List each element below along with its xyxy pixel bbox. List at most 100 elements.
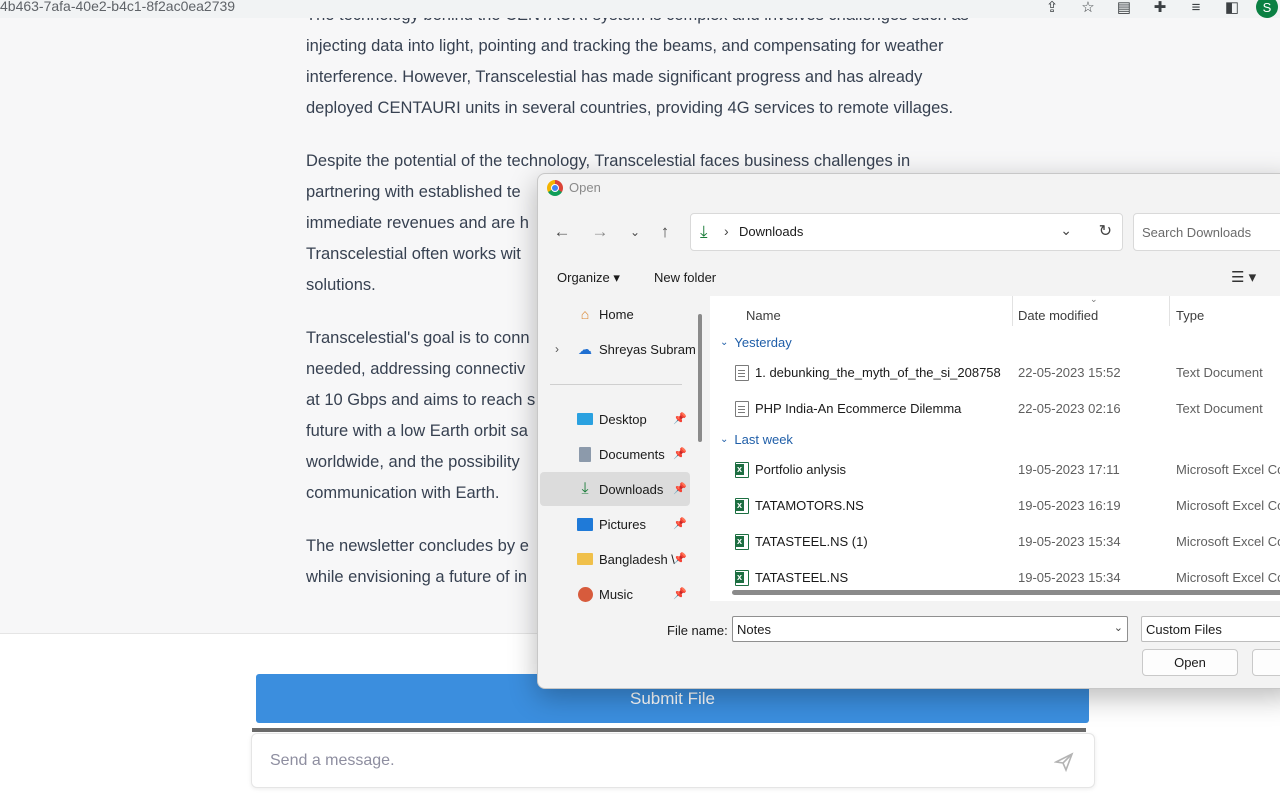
pin-icon[interactable]: 📌 xyxy=(673,412,687,425)
file-date: 19-05-2023 15:34 xyxy=(1018,570,1121,585)
file-name: TATASTEEL.NS (1) xyxy=(755,534,868,549)
file-row[interactable]: PHP India-An Ecommerce Dilemma 22-05-202… xyxy=(710,392,1280,426)
excel-file-icon xyxy=(735,570,749,586)
file-name-label: File name: xyxy=(667,623,728,638)
file-list-pane: Name ⌄ Date modified Type ⌄ Yesterday 1.… xyxy=(710,296,1280,601)
file-row[interactable]: TATAMOTORS.NS 19-05-2023 16:19 Microsoft… xyxy=(710,489,1280,523)
file-type: Microsoft Excel Co xyxy=(1176,498,1280,513)
file-type-value: Custom Files xyxy=(1146,622,1222,637)
file-name: TATASTEEL.NS xyxy=(755,570,849,585)
nav-item-desktop[interactable]: Desktop 📌 xyxy=(540,402,690,436)
reading-list-icon[interactable]: ▤ xyxy=(1106,0,1142,17)
chevron-down-icon[interactable]: ⌄ xyxy=(1114,621,1123,634)
nav-item-home[interactable]: ⌂ Home xyxy=(540,297,690,331)
share-icon[interactable]: ⇪ xyxy=(1034,0,1070,17)
media-control-icon[interactable]: ≡ xyxy=(1178,0,1214,17)
file-row[interactable]: TATASTEEL.NS (1) 19-05-2023 15:34 Micros… xyxy=(710,525,1280,559)
group-header-last-week[interactable]: ⌄ Last week xyxy=(720,432,793,447)
column-divider[interactable] xyxy=(1012,296,1013,326)
side-panel-icon[interactable]: ◧ xyxy=(1214,0,1250,17)
organize-button[interactable]: Organize ▾ xyxy=(557,270,620,286)
downloads-icon: ⤓ xyxy=(700,222,708,241)
pin-icon[interactable]: 📌 xyxy=(673,517,687,530)
message-placeholder: Send a message. xyxy=(270,752,395,769)
dialog-command-bar: Organize ▾ New folder ☰ ▾ xyxy=(538,264,1280,294)
refresh-icon[interactable]: ↻ xyxy=(1099,221,1112,241)
pin-icon[interactable]: 📌 xyxy=(673,552,687,565)
cancel-button[interactable] xyxy=(1252,649,1280,676)
nav-pane-scrollbar[interactable] xyxy=(698,314,702,442)
message-input[interactable]: Send a message. xyxy=(251,733,1095,788)
address-breadcrumb[interactable]: ⤓ › Downloads ⌄ ↻ xyxy=(690,213,1123,251)
view-options-icon[interactable]: ☰ ▾ xyxy=(1231,268,1256,286)
bookmark-star-icon[interactable]: ☆ xyxy=(1070,0,1106,17)
nav-item-label: Documents xyxy=(599,446,665,462)
search-downloads-input[interactable]: Search Downloads xyxy=(1133,213,1280,251)
nav-item-music[interactable]: Music 📌 xyxy=(540,577,690,611)
column-header-type[interactable]: Type xyxy=(1176,302,1204,328)
nav-item-downloads[interactable]: ⤓ Downloads 📌 xyxy=(540,472,690,506)
documents-folder-icon xyxy=(576,445,594,463)
file-name: TATAMOTORS.NS xyxy=(755,498,864,513)
open-button[interactable]: Open xyxy=(1142,649,1238,676)
back-arrow-icon[interactable]: ← xyxy=(550,220,574,244)
nav-item-bangladesh[interactable]: Bangladesh \ 📌 xyxy=(540,542,690,576)
expand-chevron-icon[interactable]: › xyxy=(555,342,559,356)
nav-item-pictures[interactable]: Pictures 📌 xyxy=(540,507,690,541)
pin-icon[interactable]: 📌 xyxy=(673,447,687,460)
file-list-horizontal-scrollbar[interactable] xyxy=(732,590,1280,595)
file-name-input[interactable]: Notes ⌄ xyxy=(732,616,1128,642)
column-divider[interactable] xyxy=(1169,296,1170,326)
forward-arrow-icon[interactable]: → xyxy=(588,220,612,244)
file-date: 22-05-2023 15:52 xyxy=(1018,365,1121,380)
submit-progress-line xyxy=(252,728,1086,732)
pin-icon[interactable]: 📌 xyxy=(673,587,687,600)
address-bar-url[interactable]: 4b463-7afa-40e2-b4c1-8f2ac0ea2739 xyxy=(0,0,235,14)
open-file-dialog: Open ← → ⌄ ↑ ⤓ › Downloads ⌄ ↻ Search Do… xyxy=(537,173,1280,689)
pictures-folder-icon xyxy=(576,515,594,533)
dialog-title: Open xyxy=(569,180,601,195)
file-name: Portfolio anlysis xyxy=(755,462,847,477)
excel-file-icon xyxy=(735,462,749,478)
browser-toolbar: 4b463-7afa-40e2-b4c1-8f2ac0ea2739 ⇪ ☆ ▤ … xyxy=(0,0,1280,18)
nav-item-label: Bangladesh \ xyxy=(599,551,675,567)
group-label: Yesterday xyxy=(734,335,792,350)
home-icon: ⌂ xyxy=(580,306,590,322)
new-folder-button[interactable]: New folder xyxy=(654,270,716,285)
up-arrow-icon[interactable]: ↑ xyxy=(653,220,677,244)
file-type: Microsoft Excel Co xyxy=(1176,534,1280,549)
nav-item-documents[interactable]: Documents 📌 xyxy=(540,437,690,471)
desktop-folder-icon xyxy=(576,410,594,428)
file-row[interactable]: Portfolio anlysis 19-05-2023 17:11 Micro… xyxy=(710,453,1280,487)
chat-line: interference. However, Transcelestial ha… xyxy=(306,68,923,86)
collapse-chevron-icon: ⌄ xyxy=(720,337,729,348)
browser-toolbar-icons: ⇪ ☆ ▤ ✚ ≡ ◧ S xyxy=(1034,0,1280,18)
nav-item-label: Downloads xyxy=(599,481,664,497)
search-placeholder: Search Downloads xyxy=(1142,225,1252,240)
nav-item-onedrive[interactable]: › ☁ Shreyas Subram xyxy=(540,332,700,366)
dialog-titlebar: Open xyxy=(538,174,1280,202)
column-header-name[interactable]: Name xyxy=(746,302,781,328)
file-type: Microsoft Excel Co xyxy=(1176,570,1280,585)
dialog-navigation-bar: ← → ⌄ ↑ ⤓ › Downloads ⌄ ↻ Search Downloa… xyxy=(538,212,1280,252)
chrome-logo-icon xyxy=(547,180,563,196)
file-row[interactable]: 1. debunking_the_myth_of_the_si_208758 2… xyxy=(710,356,1280,390)
send-icon[interactable] xyxy=(1054,752,1074,772)
column-header-date[interactable]: Date modified xyxy=(1018,302,1098,328)
text-file-icon xyxy=(735,401,749,417)
nav-item-label: Music xyxy=(599,586,633,602)
recent-locations-chevron-icon[interactable]: ⌄ xyxy=(623,220,647,244)
pin-icon[interactable]: 📌 xyxy=(673,482,687,495)
profile-avatar[interactable]: S xyxy=(1256,0,1278,18)
file-date: 19-05-2023 17:11 xyxy=(1018,462,1120,477)
file-type-select[interactable]: Custom Files xyxy=(1141,616,1280,642)
folder-icon xyxy=(576,550,594,568)
address-dropdown-chevron-icon[interactable]: ⌄ xyxy=(1060,222,1072,239)
breadcrumb-folder[interactable]: Downloads xyxy=(739,224,803,239)
group-header-yesterday[interactable]: ⌄ Yesterday xyxy=(720,335,792,350)
file-name: PHP India-An Ecommerce Dilemma xyxy=(755,401,962,416)
extensions-puzzle-icon[interactable]: ✚ xyxy=(1142,0,1178,17)
music-folder-icon xyxy=(576,585,594,603)
nav-item-label: Desktop xyxy=(599,411,647,427)
file-name: 1. debunking_the_myth_of_the_si_208758 xyxy=(755,365,1001,380)
